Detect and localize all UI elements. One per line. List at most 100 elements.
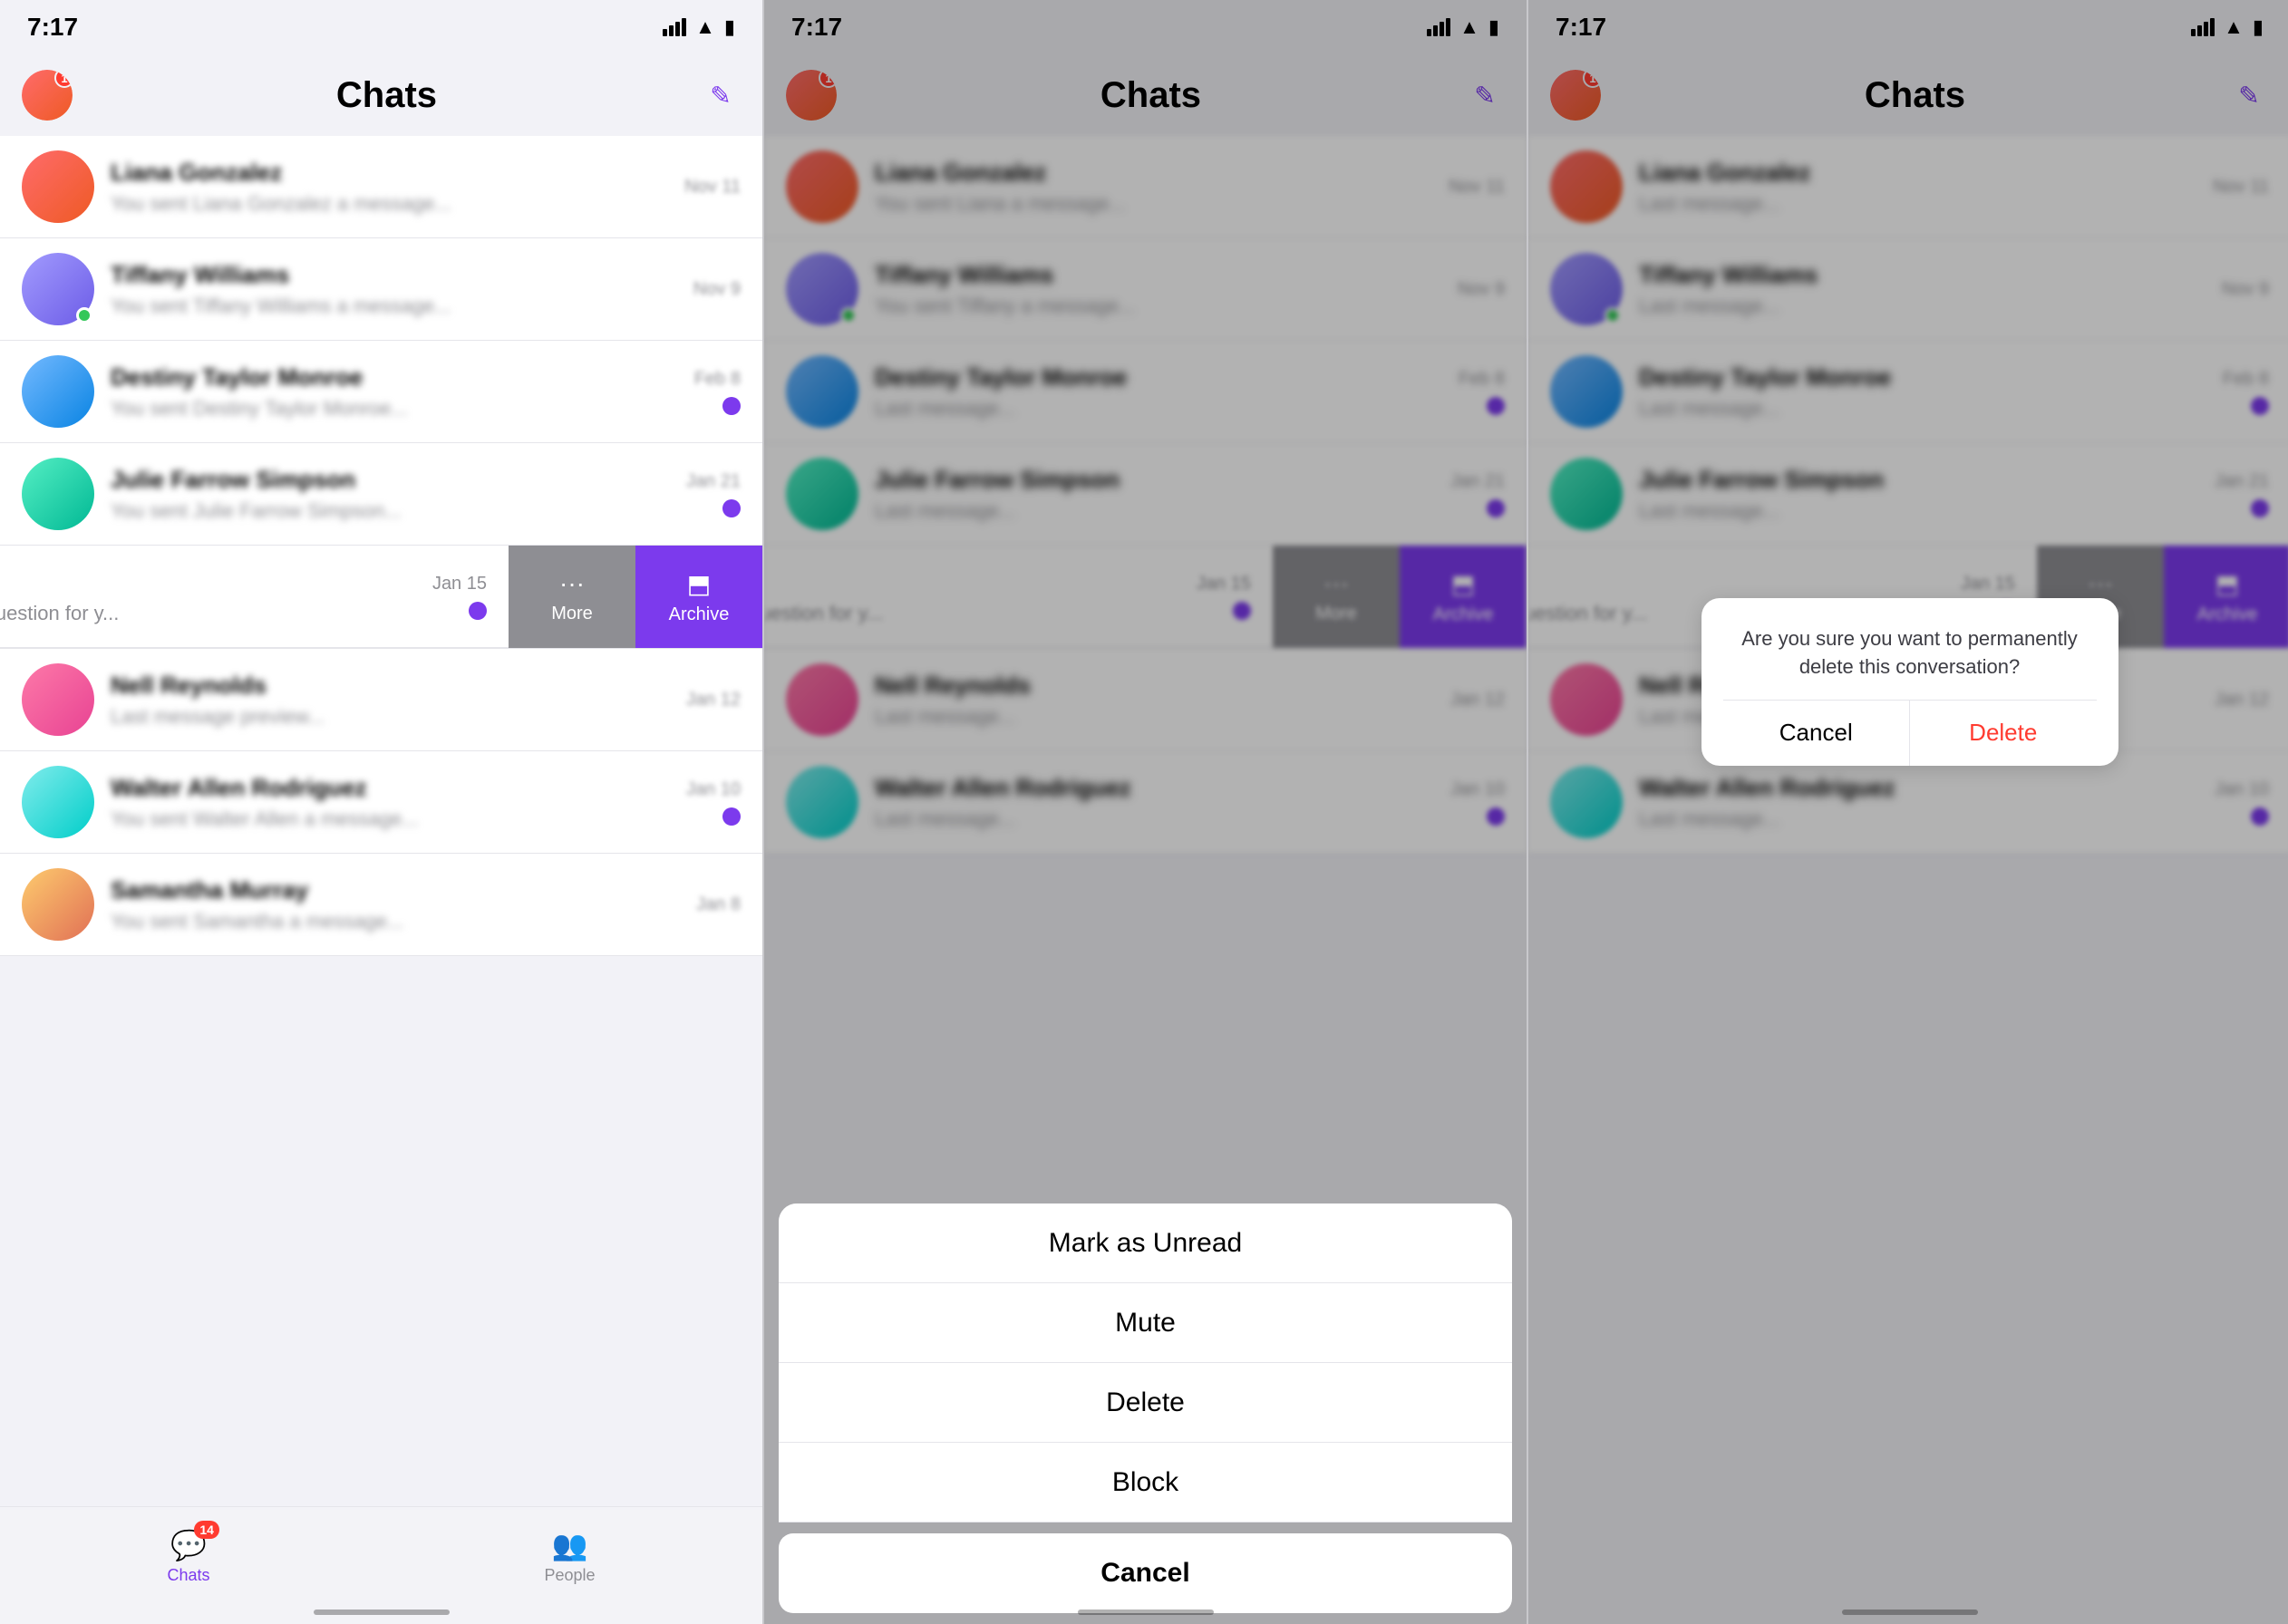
tab-bar-1: 💬 14 Chats 👥 People (0, 1506, 762, 1624)
screen-3: 7:17 ▲ ▮ 1 Chats ✎ Liana GonzalezLast me… (1528, 0, 2288, 1624)
unread-badge-4 (722, 499, 741, 517)
chat-preview-1: You sent Liana Gonzalez a message... (111, 192, 675, 216)
chat-item-8[interactable]: Samantha Murray You sent Samantha a mess… (0, 854, 762, 956)
chat-content-3: Destiny Taylor Monroe You sent Destiny T… (111, 363, 685, 420)
chat-preview-2: You sent Tiffany Williams a message... (111, 295, 684, 318)
chat-item-3[interactable]: Destiny Taylor Monroe You sent Destiny T… (0, 341, 762, 443)
unread-badge-3 (722, 397, 741, 415)
people-icon-1: 👥 (552, 1528, 588, 1562)
chat-meta-7: Jan 10 (686, 779, 741, 826)
chat-item-7[interactable]: Walter Allen Rodriguez You sent Walter A… (0, 751, 762, 854)
chat-name-1: Liana Gonzalez (111, 159, 675, 187)
chat-time-1: Nov 11 (684, 177, 741, 198)
chat-avatar-6 (22, 663, 94, 736)
swiped-item-container-1: a Griffin e Elise! Quick question for y.… (0, 546, 762, 649)
avatar-header-1[interactable]: 1 (22, 70, 73, 121)
status-icons-1: ▲ ▮ (663, 15, 735, 39)
chat-time-4: Jan 21 (686, 471, 741, 492)
chat-meta-4: Jan 21 (686, 471, 741, 517)
chat-meta-3: Feb 8 (694, 369, 741, 415)
avatar-badge-1: 1 (54, 70, 73, 88)
status-time-1: 7:17 (27, 13, 78, 42)
action-block[interactable]: Block (779, 1443, 1512, 1522)
alert-actions-3: Cancel Delete (1723, 701, 2097, 766)
tab-chats-label-1: Chats (167, 1566, 209, 1585)
alert-delete-button-3[interactable]: Delete (1910, 701, 2097, 766)
chat-preview-5: e Elise! Quick question for y... (0, 602, 423, 625)
chat-avatar-3 (22, 355, 94, 428)
tab-chats-1[interactable]: 💬 14 Chats (167, 1528, 209, 1585)
tab-people-label-1: People (544, 1566, 595, 1585)
archive-label-1: Archive (669, 604, 730, 625)
action-sheet-menu-2: Mark as Unread Mute Delete Block (779, 1204, 1512, 1522)
online-indicator-2 (76, 307, 92, 324)
chat-name-8: Samantha Murray (111, 876, 687, 904)
screen-2: 7:17 ▲ ▮ 1 Chats ✎ Liana GonzalezYou sen… (764, 0, 1527, 1624)
wifi-icon-1: ▲ (695, 15, 715, 39)
chat-avatar-7 (22, 766, 94, 838)
chat-avatar-2 (22, 253, 94, 325)
tab-people-1[interactable]: 👥 People (544, 1528, 595, 1585)
compose-button-1[interactable]: ✎ (701, 75, 741, 115)
home-indicator-2 (1078, 1610, 1214, 1615)
screen-1: 7:17 ▲ ▮ 1 Chats ✎ Liana Gonzalez You se… (0, 0, 762, 1624)
chat-name-6: Nell Reynolds (111, 672, 677, 700)
signal-icon-1 (663, 18, 686, 36)
more-action-button-1[interactable]: ··· More (509, 546, 635, 648)
chat-time-2: Nov 9 (693, 279, 741, 300)
chat-time-7: Jan 10 (686, 779, 741, 800)
archive-action-button-1[interactable]: ⬒ Archive (635, 546, 762, 648)
chat-preview-4: You sent Julie Farrow Simpson... (111, 499, 677, 523)
alert-dialog-3: Are you sure you want to permanently del… (1701, 598, 2118, 766)
more-label-1: More (551, 604, 593, 624)
tab-chats-icon-wrap-1: 💬 14 (170, 1528, 207, 1562)
action-sheet-2: Mark as Unread Mute Delete Block Cancel (764, 1204, 1527, 1624)
chat-meta-6: Jan 12 (686, 690, 741, 710)
chat-name-4: Julie Farrow Simpson (111, 466, 677, 494)
chat-content-6: Nell Reynolds Last message preview... (111, 672, 677, 729)
chat-preview-7: You sent Walter Allen a message... (111, 807, 677, 831)
action-mute[interactable]: Mute (779, 1283, 1512, 1363)
chats-badge-1: 14 (194, 1521, 219, 1539)
archive-icon-1: ⬒ (687, 569, 711, 599)
header-1: 1 Chats ✎ (0, 54, 762, 136)
chat-content-5: a Griffin e Elise! Quick question for y.… (0, 568, 423, 625)
chat-time-5: Jan 15 (432, 574, 487, 594)
alert-cancel-button-3[interactable]: Cancel (1723, 701, 1911, 766)
chat-content-4: Julie Farrow Simpson You sent Julie Farr… (111, 466, 677, 523)
chat-name-2: Tiffany Williams (111, 261, 684, 289)
more-icon-1: ··· (559, 569, 585, 598)
chat-item-4[interactable]: Julie Farrow Simpson You sent Julie Farr… (0, 443, 762, 546)
alert-message-3: Are you sure you want to permanently del… (1723, 625, 2097, 700)
status-bar-1: 7:17 ▲ ▮ (0, 0, 762, 54)
chat-time-6: Jan 12 (686, 690, 741, 710)
chat-time-3: Feb 8 (694, 369, 741, 390)
chat-meta-5: Jan 15 (432, 574, 487, 620)
chat-content-1: Liana Gonzalez You sent Liana Gonzalez a… (111, 159, 675, 216)
compose-icon-1: ✎ (710, 81, 731, 111)
chat-item-2[interactable]: Tiffany Williams You sent Tiffany Willia… (0, 238, 762, 341)
chat-name-7: Walter Allen Rodriguez (111, 774, 677, 802)
home-indicator-3 (1842, 1610, 1978, 1615)
chat-name-5: a Griffin (0, 568, 423, 596)
action-delete[interactable]: Delete (779, 1363, 1512, 1443)
action-sheet-cancel-2[interactable]: Cancel (779, 1533, 1512, 1613)
chat-meta-8: Jan 8 (696, 894, 741, 915)
chat-name-3: Destiny Taylor Monroe (111, 363, 685, 392)
chat-item-1[interactable]: Liana Gonzalez You sent Liana Gonzalez a… (0, 136, 762, 238)
chat-meta-1: Nov 11 (684, 177, 741, 198)
battery-icon-1: ▮ (724, 15, 735, 39)
chat-item-6[interactable]: Nell Reynolds Last message preview... Ja… (0, 649, 762, 751)
chat-preview-8: You sent Samantha a message... (111, 910, 687, 933)
chat-content-8: Samantha Murray You sent Samantha a mess… (111, 876, 687, 933)
action-mark-unread[interactable]: Mark as Unread (779, 1204, 1512, 1283)
chat-item-5[interactable]: a Griffin e Elise! Quick question for y.… (0, 546, 509, 648)
chat-preview-3: You sent Destiny Taylor Monroe... (111, 397, 685, 420)
chat-avatar-4 (22, 458, 94, 530)
chat-content-7: Walter Allen Rodriguez You sent Walter A… (111, 774, 677, 831)
chat-list-1: Liana Gonzalez You sent Liana Gonzalez a… (0, 136, 762, 956)
chat-content-2: Tiffany Williams You sent Tiffany Willia… (111, 261, 684, 318)
chat-meta-2: Nov 9 (693, 279, 741, 300)
unread-badge-5 (469, 602, 487, 620)
overlay-dim-3[interactable] (1528, 0, 2288, 1624)
